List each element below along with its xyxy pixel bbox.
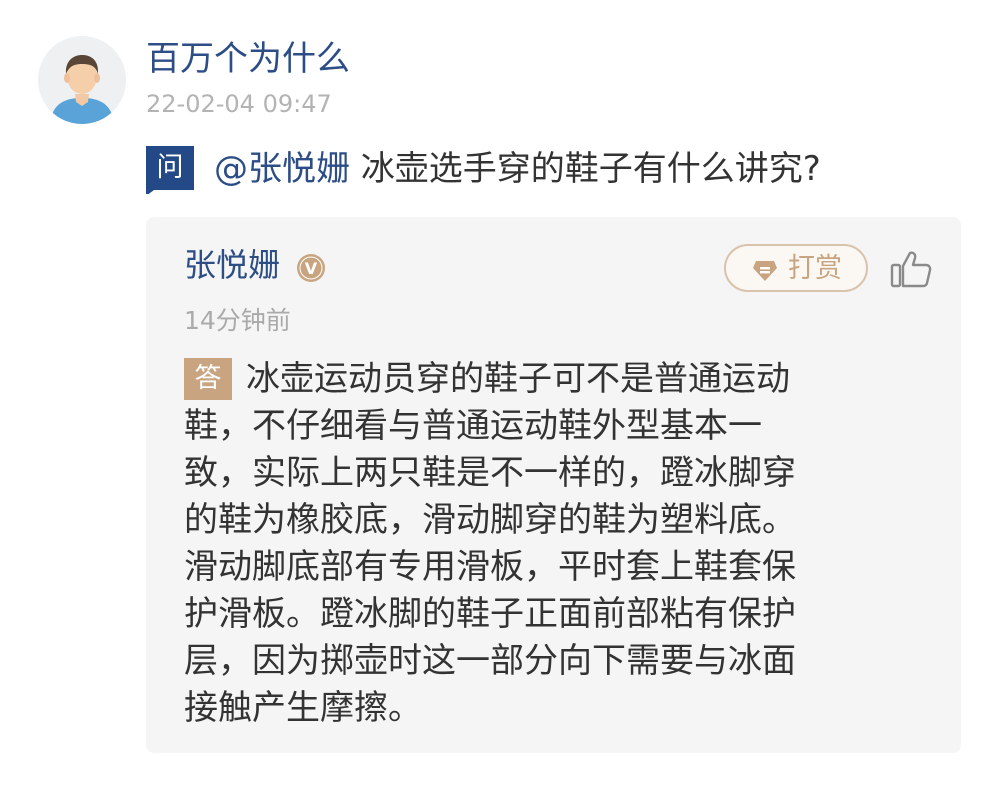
answer-line: 滑动脚底部有专用滑板，平时套上鞋套保 <box>184 547 796 587</box>
answer-line: 鞋，不仔细看与普通运动鞋外型基本一 <box>184 406 762 446</box>
answerer-name[interactable]: 张悦姗 <box>184 243 280 287</box>
question-badge: 问 <box>146 146 194 194</box>
answer-line: 冰壶运动员穿的鞋子可不是普通运动 <box>246 359 790 399</box>
answer-line: 致，实际上两只鞋是不一样的，蹬冰脚穿 <box>184 453 796 493</box>
asker-avatar[interactable] <box>38 36 126 124</box>
asker-name[interactable]: 百万个为什么 <box>146 37 350 81</box>
diamond-tip-icon <box>753 261 777 281</box>
answer-line: 护滑板。蹬冰脚的鞋子正面前部粘有保护 <box>184 594 796 634</box>
thumbs-up-icon[interactable] <box>890 249 932 289</box>
answer-line: 的鞋为橡胶底，滑动脚穿的鞋为塑料底。 <box>184 500 796 540</box>
answer-timestamp: 14分钟前 <box>184 306 291 335</box>
verified-badge-label: V <box>305 259 318 278</box>
answerer-mention-link[interactable]: @张悦姗 <box>214 149 350 189</box>
question-badge-label: 问 <box>156 152 184 183</box>
question-body: 冰壶选手穿的鞋子有什么讲究? <box>360 149 821 189</box>
tip-button[interactable]: 打赏 <box>724 244 868 292</box>
answer-line: 层，因为掷壶时这一部分向下需要与冰面 <box>184 641 796 681</box>
question-text: @张悦姗 冰壶选手穿的鞋子有什么讲究? <box>214 146 821 192</box>
answer-card: 张悦姗 V 打赏 14分钟前 答 冰壶运动员穿的鞋子可不是普通运动 鞋，不仔细看… <box>146 217 961 753</box>
post-timestamp: 22-02-04 09:47 <box>146 90 332 118</box>
answer-badge: 答 <box>184 358 232 400</box>
user-avatar-icon <box>38 36 126 124</box>
verified-v-icon: V <box>297 254 325 282</box>
answer-line: 接触产生摩擦。 <box>184 688 422 728</box>
tip-label: 打赏 <box>788 253 842 284</box>
